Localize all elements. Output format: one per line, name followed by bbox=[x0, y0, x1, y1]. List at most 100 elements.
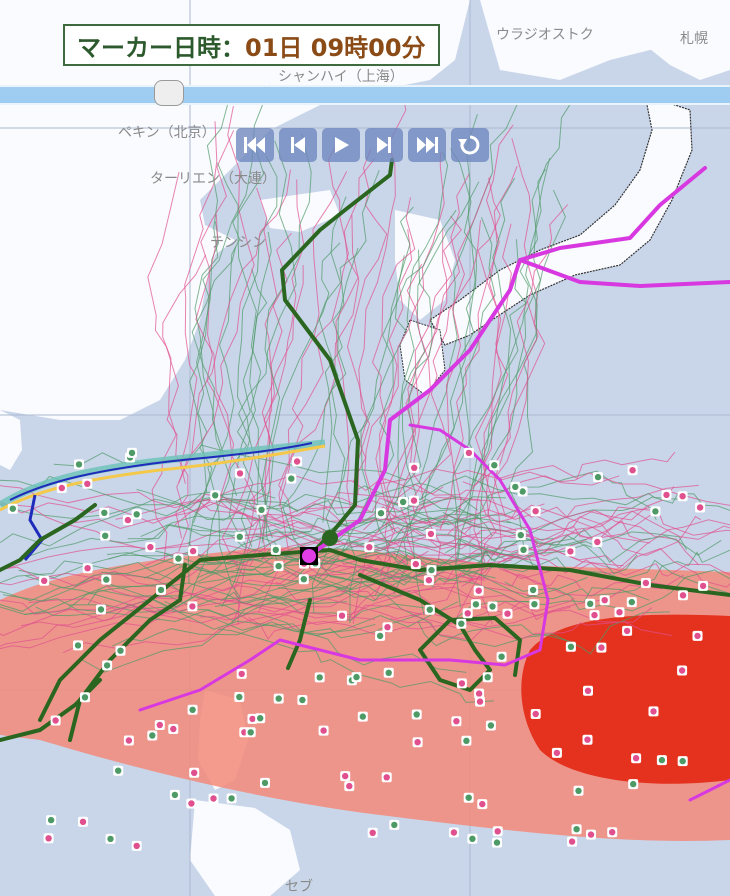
ensemble-marker-dot bbox=[587, 600, 594, 607]
ensemble-marker-dot bbox=[369, 829, 376, 836]
ensemble-marker-dot bbox=[425, 577, 433, 584]
ensemble-marker-dot bbox=[428, 566, 435, 574]
time-slider-track[interactable] bbox=[0, 85, 730, 105]
ensemble-marker-dot bbox=[463, 737, 470, 744]
playback-controls bbox=[236, 128, 489, 162]
ensemble-marker-dot bbox=[399, 498, 407, 506]
ensemble-marker-dot bbox=[366, 544, 373, 551]
ensemble-marker-dot bbox=[427, 530, 435, 538]
ensemble-marker-dot bbox=[475, 690, 483, 697]
ensemble-marker-dot bbox=[411, 464, 418, 471]
ensemble-marker-dot bbox=[228, 795, 235, 802]
ensemble-marker-dot bbox=[79, 818, 87, 825]
ensemble-marker-dot bbox=[630, 780, 637, 788]
ensemble-marker-dot bbox=[642, 579, 650, 587]
current-position-dot bbox=[302, 549, 316, 563]
ensemble-marker-dot bbox=[658, 756, 666, 764]
ensemble-marker-dot bbox=[632, 755, 640, 762]
skip-start-icon bbox=[244, 137, 265, 153]
ensemble-marker-dot bbox=[520, 546, 527, 553]
step-forward-icon bbox=[377, 137, 391, 153]
ensemble-marker-dot bbox=[175, 555, 182, 562]
ensemble-marker-dot bbox=[594, 538, 601, 546]
ensemble-marker-dot bbox=[133, 842, 140, 850]
ensemble-marker-dot bbox=[573, 826, 580, 833]
ensemble-marker-dot bbox=[210, 795, 217, 802]
ensemble-marker-dot bbox=[494, 828, 501, 835]
ensemble-marker-dot bbox=[385, 669, 392, 676]
ensemble-marker-dot bbox=[377, 510, 385, 517]
loop-icon bbox=[458, 135, 480, 155]
ensemble-marker-dot bbox=[532, 508, 539, 515]
ensemble-marker-dot bbox=[529, 586, 537, 594]
skip-to-end-button[interactable] bbox=[408, 128, 446, 162]
ensemble-marker-dot bbox=[575, 787, 582, 794]
ensemble-marker-dot bbox=[272, 546, 279, 554]
recurving-band bbox=[0, 439, 326, 561]
ensemble-marker-dot bbox=[584, 687, 592, 694]
ensemble-marker-dot bbox=[453, 718, 460, 725]
ensemble-marker-dot bbox=[212, 492, 219, 499]
ensemble-marker-dot bbox=[188, 800, 195, 807]
loop-button[interactable] bbox=[451, 128, 489, 162]
time-slider-thumb[interactable] bbox=[154, 80, 184, 106]
ensemble-marker-dot bbox=[567, 643, 575, 650]
ensemble-marker-dot bbox=[41, 577, 48, 584]
ensemble-marker-dot bbox=[591, 611, 598, 619]
place-cebu: セブ bbox=[285, 879, 313, 895]
ensemble-marker-dot bbox=[678, 667, 686, 674]
ensemble-marker-dot bbox=[125, 737, 133, 744]
ensemble-marker-dot bbox=[300, 576, 307, 583]
ensemble-marker-dot bbox=[679, 493, 686, 500]
ensemble-marker-dot bbox=[316, 674, 323, 681]
ensemble-marker-dot bbox=[384, 624, 391, 631]
ensemble-track bbox=[217, 162, 262, 535]
ensemble-marker-dot bbox=[694, 632, 701, 640]
ensemble-marker-dot bbox=[623, 627, 631, 635]
play-button[interactable] bbox=[322, 128, 360, 162]
ensemble-marker-dot bbox=[464, 610, 471, 617]
skip-end-icon bbox=[417, 137, 438, 153]
skip-to-start-button[interactable] bbox=[236, 128, 274, 162]
place-dalian: ターリエン（大連） bbox=[150, 171, 276, 187]
ensemble-marker-dot bbox=[58, 484, 65, 492]
ensemble-marker-dot bbox=[412, 560, 419, 568]
ensemble-marker-dot bbox=[117, 647, 124, 654]
ensemble-marker-dot bbox=[587, 831, 595, 838]
ensemble-marker-dot bbox=[679, 592, 687, 599]
step-back-icon bbox=[291, 137, 305, 153]
ensemble-marker-dot bbox=[450, 829, 458, 836]
ensemble-marker-dot bbox=[156, 721, 163, 729]
ensemble-marker-dot bbox=[629, 467, 636, 474]
ensemble-marker-dot bbox=[567, 548, 574, 555]
ensemble-marker-dot bbox=[147, 543, 154, 551]
ensemble-marker-dot bbox=[353, 673, 360, 681]
ensemble-marker-dot bbox=[103, 662, 111, 669]
ensemble-marker-dot bbox=[115, 767, 122, 774]
ensemble-marker-dot bbox=[346, 782, 353, 790]
ensemble-marker-dot bbox=[553, 749, 561, 757]
ensemble-marker-dot bbox=[293, 458, 301, 465]
ensemble-marker-dot bbox=[519, 488, 526, 495]
ensemble-marker-dot bbox=[275, 562, 282, 570]
ensemble-marker-dot bbox=[189, 603, 196, 610]
step-back-button[interactable] bbox=[279, 128, 317, 162]
time-slider[interactable] bbox=[0, 80, 730, 106]
ensemble-marker-dot bbox=[171, 791, 179, 799]
ensemble-marker-dot bbox=[359, 713, 366, 720]
ensemble-marker-dot bbox=[247, 729, 254, 736]
ensemble-marker-dot bbox=[487, 722, 495, 729]
place-tianjin: テンシン bbox=[210, 235, 266, 251]
ensemble-marker-dot bbox=[601, 597, 608, 604]
ensemble-marker-dot bbox=[652, 508, 659, 515]
ensemble-marker-dot bbox=[383, 774, 390, 781]
land-taiwan bbox=[0, 410, 22, 470]
ensemble-marker-dot bbox=[45, 835, 52, 842]
ensemble-marker-dot bbox=[531, 601, 538, 608]
ensemble-marker-dot bbox=[320, 727, 327, 734]
step-forward-button[interactable] bbox=[365, 128, 403, 162]
ensemble-marker-dot bbox=[189, 547, 197, 555]
ensemble-marker-dot bbox=[458, 680, 466, 687]
ensemble-marker-dot bbox=[491, 462, 498, 469]
ensemble-marker-dot bbox=[170, 725, 177, 733]
